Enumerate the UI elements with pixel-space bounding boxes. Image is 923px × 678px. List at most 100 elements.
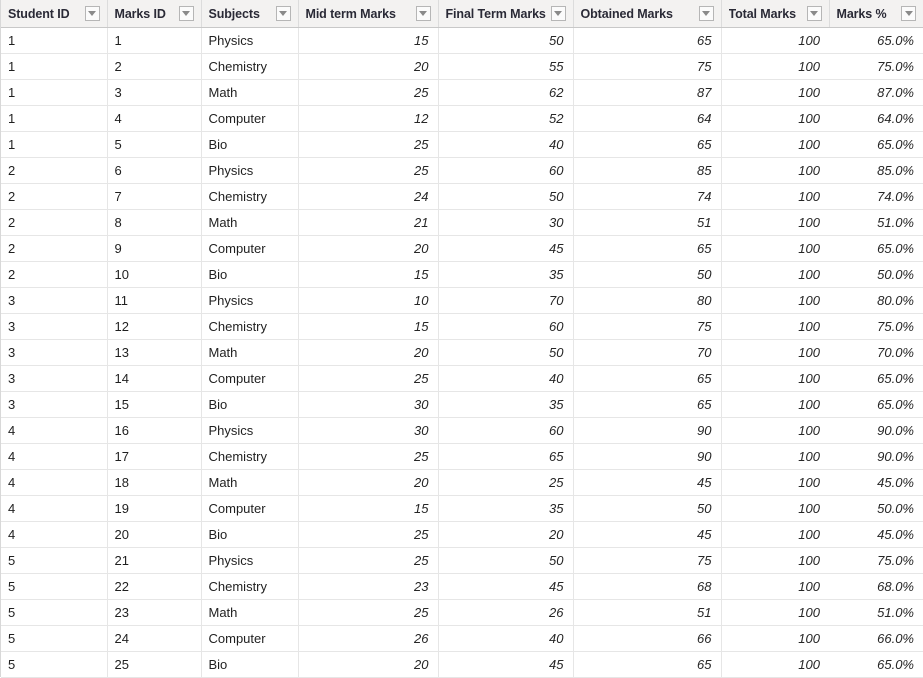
cell-marks_id[interactable]: 19 <box>107 495 202 522</box>
filter-dropdown-icon[interactable] <box>806 6 822 21</box>
cell-subject[interactable]: Chemistry <box>201 53 299 80</box>
cell-total_marks[interactable]: 100 <box>721 313 829 340</box>
cell-marks_id[interactable]: 11 <box>107 287 202 314</box>
table-row[interactable]: 4 17 Chemistry 25 65 90 100 90.0% <box>1 443 923 470</box>
table-row[interactable]: 3 11 Physics 10 70 80 100 80.0% <box>1 287 923 314</box>
cell-subject[interactable]: Chemistry <box>201 183 299 210</box>
cell-student_id[interactable]: 5 <box>1 573 108 600</box>
cell-marks_id[interactable]: 15 <box>107 391 202 418</box>
cell-obtained_marks[interactable]: 65 <box>573 391 722 418</box>
cell-total_marks[interactable]: 100 <box>721 443 829 470</box>
cell-student_id[interactable]: 5 <box>1 625 108 652</box>
cell-total_marks[interactable]: 100 <box>721 105 829 132</box>
table-row[interactable]: 1 2 Chemistry 20 55 75 100 75.0% <box>1 53 923 80</box>
cell-student_id[interactable]: 2 <box>1 261 108 288</box>
cell-marks_percent[interactable]: 90.0% <box>829 443 923 470</box>
cell-final_term[interactable]: 35 <box>438 391 574 418</box>
cell-subject[interactable]: Bio <box>201 651 299 678</box>
cell-total_marks[interactable]: 100 <box>721 287 829 314</box>
table-row[interactable]: 2 8 Math 21 30 51 100 51.0% <box>1 209 923 236</box>
cell-obtained_marks[interactable]: 50 <box>573 495 722 522</box>
cell-marks_percent[interactable]: 70.0% <box>829 339 923 366</box>
cell-total_marks[interactable]: 100 <box>721 469 829 496</box>
cell-subject[interactable]: Chemistry <box>201 313 299 340</box>
cell-student_id[interactable]: 1 <box>1 131 108 158</box>
cell-mid_term[interactable]: 25 <box>298 157 439 184</box>
cell-student_id[interactable]: 2 <box>1 235 108 262</box>
cell-marks_percent[interactable]: 65.0% <box>829 235 923 262</box>
cell-subject[interactable]: Chemistry <box>201 573 299 600</box>
cell-final_term[interactable]: 25 <box>438 469 574 496</box>
cell-final_term[interactable]: 50 <box>438 183 574 210</box>
filter-dropdown-icon[interactable] <box>698 6 714 21</box>
cell-marks_percent[interactable]: 68.0% <box>829 573 923 600</box>
cell-total_marks[interactable]: 100 <box>721 53 829 80</box>
cell-mid_term[interactable]: 10 <box>298 287 439 314</box>
cell-marks_id[interactable]: 21 <box>107 547 202 574</box>
column-header-student_id[interactable]: Student ID <box>1 0 108 28</box>
cell-subject[interactable]: Math <box>201 339 299 366</box>
cell-marks_percent[interactable]: 90.0% <box>829 417 923 444</box>
cell-marks_percent[interactable]: 45.0% <box>829 521 923 548</box>
cell-total_marks[interactable]: 100 <box>721 27 829 54</box>
cell-marks_percent[interactable]: 64.0% <box>829 105 923 132</box>
cell-total_marks[interactable]: 100 <box>721 417 829 444</box>
cell-obtained_marks[interactable]: 74 <box>573 183 722 210</box>
column-header-mid_term[interactable]: Mid term Marks <box>298 0 439 28</box>
cell-marks_percent[interactable]: 87.0% <box>829 79 923 106</box>
cell-obtained_marks[interactable]: 45 <box>573 469 722 496</box>
cell-marks_percent[interactable]: 50.0% <box>829 261 923 288</box>
cell-student_id[interactable]: 3 <box>1 339 108 366</box>
cell-obtained_marks[interactable]: 70 <box>573 339 722 366</box>
filter-dropdown-icon[interactable] <box>84 6 100 21</box>
cell-marks_id[interactable]: 3 <box>107 79 202 106</box>
cell-obtained_marks[interactable]: 87 <box>573 79 722 106</box>
cell-subject[interactable]: Physics <box>201 27 299 54</box>
table-row[interactable]: 4 20 Bio 25 20 45 100 45.0% <box>1 521 923 548</box>
table-row[interactable]: 5 24 Computer 26 40 66 100 66.0% <box>1 625 923 652</box>
filter-dropdown-icon[interactable] <box>550 6 566 21</box>
table-row[interactable]: 4 19 Computer 15 35 50 100 50.0% <box>1 495 923 522</box>
cell-obtained_marks[interactable]: 50 <box>573 261 722 288</box>
cell-total_marks[interactable]: 100 <box>721 651 829 678</box>
cell-obtained_marks[interactable]: 75 <box>573 547 722 574</box>
cell-marks_id[interactable]: 22 <box>107 573 202 600</box>
cell-mid_term[interactable]: 25 <box>298 599 439 626</box>
cell-student_id[interactable]: 1 <box>1 27 108 54</box>
cell-subject[interactable]: Physics <box>201 547 299 574</box>
cell-subject[interactable]: Computer <box>201 105 299 132</box>
cell-total_marks[interactable]: 100 <box>721 391 829 418</box>
cell-mid_term[interactable]: 25 <box>298 443 439 470</box>
column-header-final_term[interactable]: Final Term Marks <box>438 0 574 28</box>
cell-marks_percent[interactable]: 75.0% <box>829 547 923 574</box>
cell-marks_percent[interactable]: 65.0% <box>829 27 923 54</box>
cell-student_id[interactable]: 5 <box>1 547 108 574</box>
cell-final_term[interactable]: 35 <box>438 495 574 522</box>
column-header-obtained_marks[interactable]: Obtained Marks <box>573 0 722 28</box>
cell-student_id[interactable]: 4 <box>1 443 108 470</box>
cell-marks_id[interactable]: 16 <box>107 417 202 444</box>
cell-obtained_marks[interactable]: 65 <box>573 235 722 262</box>
cell-obtained_marks[interactable]: 66 <box>573 625 722 652</box>
cell-student_id[interactable]: 1 <box>1 53 108 80</box>
cell-subject[interactable]: Computer <box>201 365 299 392</box>
cell-marks_percent[interactable]: 51.0% <box>829 599 923 626</box>
cell-total_marks[interactable]: 100 <box>721 131 829 158</box>
cell-obtained_marks[interactable]: 80 <box>573 287 722 314</box>
cell-marks_percent[interactable]: 45.0% <box>829 469 923 496</box>
cell-mid_term[interactable]: 25 <box>298 521 439 548</box>
cell-final_term[interactable]: 60 <box>438 417 574 444</box>
table-row[interactable]: 3 14 Computer 25 40 65 100 65.0% <box>1 365 923 392</box>
cell-total_marks[interactable]: 100 <box>721 625 829 652</box>
cell-marks_id[interactable]: 5 <box>107 131 202 158</box>
cell-student_id[interactable]: 3 <box>1 313 108 340</box>
cell-subject[interactable]: Bio <box>201 391 299 418</box>
cell-mid_term[interactable]: 30 <box>298 391 439 418</box>
cell-mid_term[interactable]: 25 <box>298 547 439 574</box>
cell-mid_term[interactable]: 23 <box>298 573 439 600</box>
cell-obtained_marks[interactable]: 65 <box>573 131 722 158</box>
cell-mid_term[interactable]: 15 <box>298 261 439 288</box>
cell-marks_id[interactable]: 20 <box>107 521 202 548</box>
table-row[interactable]: 4 16 Physics 30 60 90 100 90.0% <box>1 417 923 444</box>
cell-marks_percent[interactable]: 65.0% <box>829 391 923 418</box>
